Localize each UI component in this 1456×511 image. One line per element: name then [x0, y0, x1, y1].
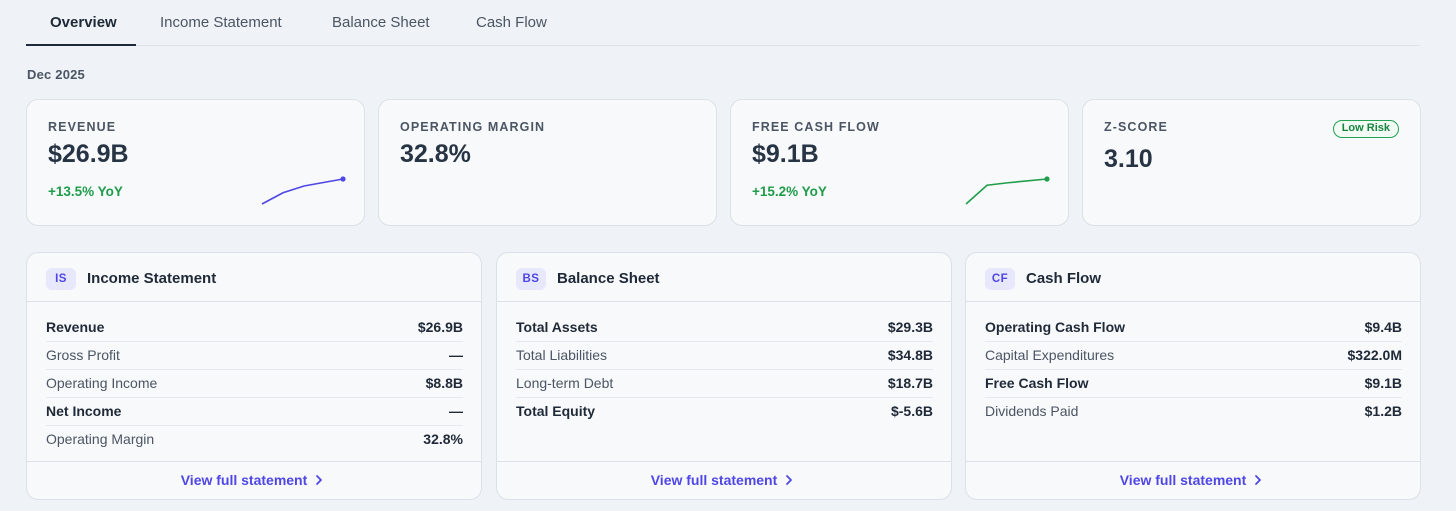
- row-label: Gross Profit: [46, 347, 120, 363]
- cash-flow-panel: CF Cash Flow Operating Cash Flow $9.4B Cap…: [965, 252, 1421, 500]
- link-label: View full statement: [650, 472, 778, 488]
- sparkline-endpoint: [1044, 176, 1050, 182]
- row-label: Operating Margin: [46, 431, 155, 447]
- tab-cash-flow[interactable]: Cash Flow: [476, 0, 547, 46]
- statement-row: Long-term Debt $18.7B: [516, 370, 933, 398]
- row-label: Operating Income: [46, 375, 158, 391]
- active-tab-indicator: [26, 44, 136, 46]
- statement-row: Total Assets $29.3B: [516, 314, 933, 342]
- statement-row: Operating Margin 32.8%: [46, 426, 463, 454]
- statement-rows: Total Assets $29.3B Total Liabilities $34.8…: [516, 314, 933, 426]
- balance-sheet-panel: BS Balance Sheet Total Assets $29.3B Total…: [496, 252, 952, 500]
- statement-row: Total Liabilities $34.8B: [516, 342, 933, 370]
- statement-row: Capital Expenditures $322.0M: [985, 342, 1402, 370]
- tab-income-statement[interactable]: Income Statement: [160, 0, 282, 46]
- kpi-value: $9.1B: [752, 140, 819, 168]
- view-full-statement-link[interactable]: View full statement: [651, 472, 798, 488]
- kpi-label: FREE CASH FLOW: [752, 120, 880, 134]
- panel-header: CF Cash Flow: [966, 253, 1420, 302]
- row-value: $1.2B: [1364, 403, 1402, 419]
- row-value: 32.8%: [423, 431, 463, 447]
- row-value: —: [449, 347, 463, 363]
- row-value: $18.7B: [887, 375, 933, 391]
- kpi-label: OPERATING MARGIN: [400, 120, 546, 134]
- tab-bar: Overview Income Statement Balance Sheet …: [26, 0, 1420, 46]
- kpi-label: Z-SCORE: [1104, 120, 1168, 134]
- link-label: View full statement: [1119, 472, 1247, 488]
- row-label: Operating Cash Flow: [985, 319, 1126, 335]
- panel-title: Balance Sheet: [557, 270, 660, 287]
- panel-badge: CF: [985, 268, 1015, 290]
- kpi-card-revenue: REVENUE $26.9B +13.5% YoY: [26, 99, 365, 226]
- row-value: $26.9B: [417, 319, 463, 335]
- sparkline-path: [965, 178, 1048, 205]
- revenue-sparkline: [261, 176, 346, 205]
- kpi-value: $26.9B: [48, 140, 129, 168]
- row-value: $322.0M: [1347, 347, 1402, 363]
- row-label: Dividends Paid: [985, 403, 1079, 419]
- statement-row: Operating Cash Flow $9.4B: [985, 314, 1402, 342]
- kpi-card-z-score: Z-SCORE Low Risk 3.10: [1082, 99, 1421, 226]
- row-label: Net Income: [46, 403, 122, 419]
- row-value: $-5.6B: [890, 403, 933, 419]
- statement-row: Operating Income $8.8B: [46, 370, 463, 398]
- panel-badge: BS: [516, 268, 546, 290]
- panel-badge: IS: [46, 268, 76, 290]
- kpi-change: +15.2% YoY: [752, 184, 827, 199]
- sparkline-endpoint: [340, 176, 346, 182]
- kpi-label: REVENUE: [48, 120, 117, 134]
- statement-row: Revenue $26.9B: [46, 314, 463, 342]
- kpi-card-operating-margin: OPERATING MARGIN 32.8%: [378, 99, 717, 226]
- row-value: $34.8B: [887, 347, 933, 363]
- row-value: —: [449, 403, 463, 419]
- kpi-value: 32.8%: [400, 140, 471, 168]
- sparkline-path: [261, 178, 344, 205]
- view-full-statement-link[interactable]: View full statement: [181, 472, 328, 488]
- fcf-sparkline: [965, 176, 1050, 205]
- row-label: Free Cash Flow: [985, 375, 1089, 391]
- panel-footer: View full statement: [966, 461, 1420, 499]
- statement-row: Gross Profit —: [46, 342, 463, 370]
- statement-row: Dividends Paid $1.2B: [985, 398, 1402, 426]
- kpi-change: +13.5% YoY: [48, 184, 123, 199]
- row-label: Revenue: [46, 319, 105, 335]
- risk-badge: Low Risk: [1332, 120, 1399, 138]
- panel-header: IS Income Statement: [27, 253, 481, 302]
- row-value: $8.8B: [425, 375, 463, 391]
- panel-footer: View full statement: [497, 461, 951, 499]
- link-label: View full statement: [180, 472, 308, 488]
- view-full-statement-link[interactable]: View full statement: [1120, 472, 1267, 488]
- row-label: Total Liabilities: [516, 347, 608, 363]
- row-label: Capital Expenditures: [985, 347, 1115, 363]
- row-value: $9.4B: [1364, 319, 1402, 335]
- row-value: $9.1B: [1364, 375, 1402, 391]
- statement-rows: Operating Cash Flow $9.4B Capital Expendit…: [985, 314, 1402, 426]
- kpi-value: 3.10: [1104, 145, 1153, 173]
- row-label: Total Equity: [516, 403, 596, 419]
- income-statement-panel: IS Income Statement Revenue $26.9B Gross P…: [26, 252, 482, 500]
- chevron-right-icon: [316, 475, 323, 485]
- panel-footer: View full statement: [27, 461, 481, 499]
- panel-header: BS Balance Sheet: [497, 253, 951, 302]
- row-label: Long-term Debt: [516, 375, 614, 391]
- panel-title: Cash Flow: [1026, 270, 1102, 287]
- panel-title: Income Statement: [87, 270, 217, 287]
- kpi-card-free-cash-flow: FREE CASH FLOW $9.1B +15.2% YoY: [730, 99, 1069, 226]
- tab-overview[interactable]: Overview: [50, 0, 117, 46]
- period-label: Dec 2025: [27, 67, 85, 82]
- statement-rows: Revenue $26.9B Gross Profit — Operating Inco…: [46, 314, 463, 454]
- chevron-right-icon: [786, 475, 793, 485]
- row-label: Total Assets: [516, 319, 598, 335]
- statement-row: Net Income —: [46, 398, 463, 426]
- statement-row: Total Equity $-5.6B: [516, 398, 933, 426]
- statement-row: Free Cash Flow $9.1B: [985, 370, 1402, 398]
- chevron-right-icon: [1255, 475, 1262, 485]
- tab-balance-sheet[interactable]: Balance Sheet: [332, 0, 430, 46]
- row-value: $29.3B: [887, 319, 933, 335]
